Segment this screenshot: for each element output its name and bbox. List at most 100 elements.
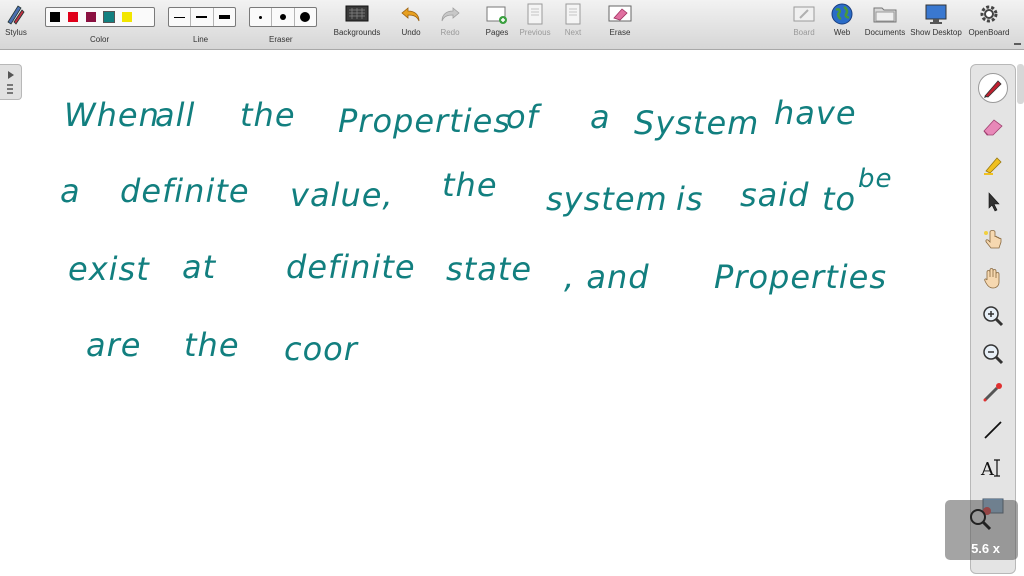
color-swatch-red[interactable] (68, 12, 78, 22)
hw-word: a (60, 172, 81, 210)
hw-word: the (240, 96, 296, 134)
stylus-icon (4, 2, 28, 26)
zoom-in-tool-button[interactable] (978, 301, 1008, 331)
hw-word: said (740, 176, 810, 214)
previous-page-icon (523, 2, 547, 26)
hand-pan-tool-button[interactable] (978, 263, 1008, 293)
line-label: Line (193, 35, 209, 44)
web-button[interactable]: Web (829, 2, 855, 37)
hw-word: value, (290, 176, 394, 214)
text-tool-button[interactable]: A (978, 453, 1008, 483)
board-icon (792, 2, 816, 26)
redo-icon (438, 2, 462, 26)
eraser-small-button[interactable] (250, 8, 273, 26)
color-swatch-teal[interactable] (103, 11, 115, 23)
color-swatch-yellow[interactable] (122, 12, 132, 22)
documents-button[interactable]: Documents (862, 2, 908, 37)
next-label: Next (564, 28, 582, 37)
interact-tool-button[interactable] (978, 225, 1008, 255)
hw-word: Properties (338, 102, 511, 140)
hw-word: the (184, 326, 240, 364)
hw-word: is (676, 180, 704, 218)
right-scroll-indicator[interactable] (1017, 64, 1024, 104)
eraser-icon (983, 119, 1003, 136)
globe-icon (830, 2, 854, 26)
svg-text:A: A (980, 459, 995, 479)
documents-label: Documents (864, 28, 906, 37)
selector-tool-button[interactable] (978, 187, 1008, 217)
top-toolbar: Stylus Color Line Eraser Backgrounds Und… (0, 0, 1024, 50)
hw-word: be (858, 164, 893, 194)
redo-label: Redo (440, 28, 460, 37)
hand-icon (984, 268, 1000, 289)
undo-label: Undo (401, 28, 421, 37)
laser-pointer-icon (983, 383, 1002, 402)
line-medium-button[interactable] (191, 8, 214, 26)
eraser-size-group (249, 7, 317, 27)
pages-button[interactable]: Pages (484, 2, 510, 37)
hw-word: are (86, 326, 142, 364)
line-width-group (168, 7, 236, 27)
pages-label: Pages (485, 28, 509, 37)
color-palette (45, 7, 155, 27)
backgrounds-button[interactable]: Backgrounds (332, 2, 382, 37)
erase-button[interactable]: Erase (606, 2, 634, 37)
backgrounds-label: Backgrounds (333, 28, 381, 37)
pen-tool-button[interactable] (978, 73, 1008, 103)
next-page-icon (561, 2, 585, 26)
line-thin-button[interactable] (169, 8, 192, 26)
line-tool-button[interactable] (978, 415, 1008, 445)
hw-word: state (446, 250, 533, 288)
eraser-tool-button[interactable] (978, 111, 1008, 141)
zoom-level-label: 5.6 x (971, 541, 1000, 556)
board-button[interactable]: Board (791, 2, 817, 37)
hw-word: definite (286, 248, 416, 286)
minimize-button[interactable] (1013, 34, 1022, 52)
hw-word: a (590, 98, 611, 136)
cursor-arrow-icon (988, 192, 1000, 212)
hw-word: exist (68, 250, 150, 288)
zoom-out-icon (983, 344, 1004, 365)
monitor-icon (924, 2, 948, 26)
folder-icon (873, 2, 897, 26)
previous-button[interactable]: Previous (519, 2, 551, 37)
whiteboard-canvas[interactable]: When all the Properties of a System have… (22, 52, 968, 576)
eraser-large-button[interactable] (295, 8, 316, 26)
color-swatch-black[interactable] (50, 12, 60, 22)
text-tool-icon: A (980, 459, 1000, 479)
show-desktop-button[interactable]: Show Desktop (910, 2, 962, 37)
next-button[interactable]: Next (560, 2, 586, 37)
hw-word: When (64, 96, 160, 134)
highlighter-tool-button[interactable] (978, 149, 1008, 179)
erase-icon (608, 2, 632, 26)
zoom-in-icon (983, 306, 1004, 327)
hw-word: system (546, 180, 668, 218)
hw-word: coor (284, 330, 358, 368)
backgrounds-icon (345, 2, 369, 26)
erase-label: Erase (609, 28, 631, 37)
zoom-out-tool-button[interactable] (978, 339, 1008, 369)
hw-word: at (182, 248, 217, 286)
hw-word: the (442, 166, 498, 204)
line-icon (984, 421, 1002, 439)
add-page-icon (485, 2, 509, 26)
undo-icon (399, 2, 423, 26)
board-label: Board (793, 28, 815, 37)
hw-word: have (774, 94, 857, 132)
highlighter-icon (984, 157, 1002, 175)
laser-pointer-tool-button[interactable] (978, 377, 1008, 407)
openboard-label: OpenBoard (968, 28, 1010, 37)
openboard-button[interactable]: OpenBoard (967, 2, 1011, 37)
color-swatch-maroon[interactable] (86, 12, 96, 22)
pointing-hand-icon (984, 230, 1002, 249)
redo-button[interactable]: Redo (437, 2, 463, 37)
line-thick-button[interactable] (214, 8, 235, 26)
zoom-indicator: 5.6 x (945, 500, 1018, 560)
left-panel-handle[interactable] (0, 64, 22, 100)
hw-word: Properties (714, 258, 887, 296)
stylus-tool[interactable]: Stylus (4, 2, 28, 37)
gear-icon (977, 2, 1001, 26)
previous-label: Previous (519, 28, 551, 37)
eraser-medium-button[interactable] (272, 8, 295, 26)
undo-button[interactable]: Undo (398, 2, 424, 37)
